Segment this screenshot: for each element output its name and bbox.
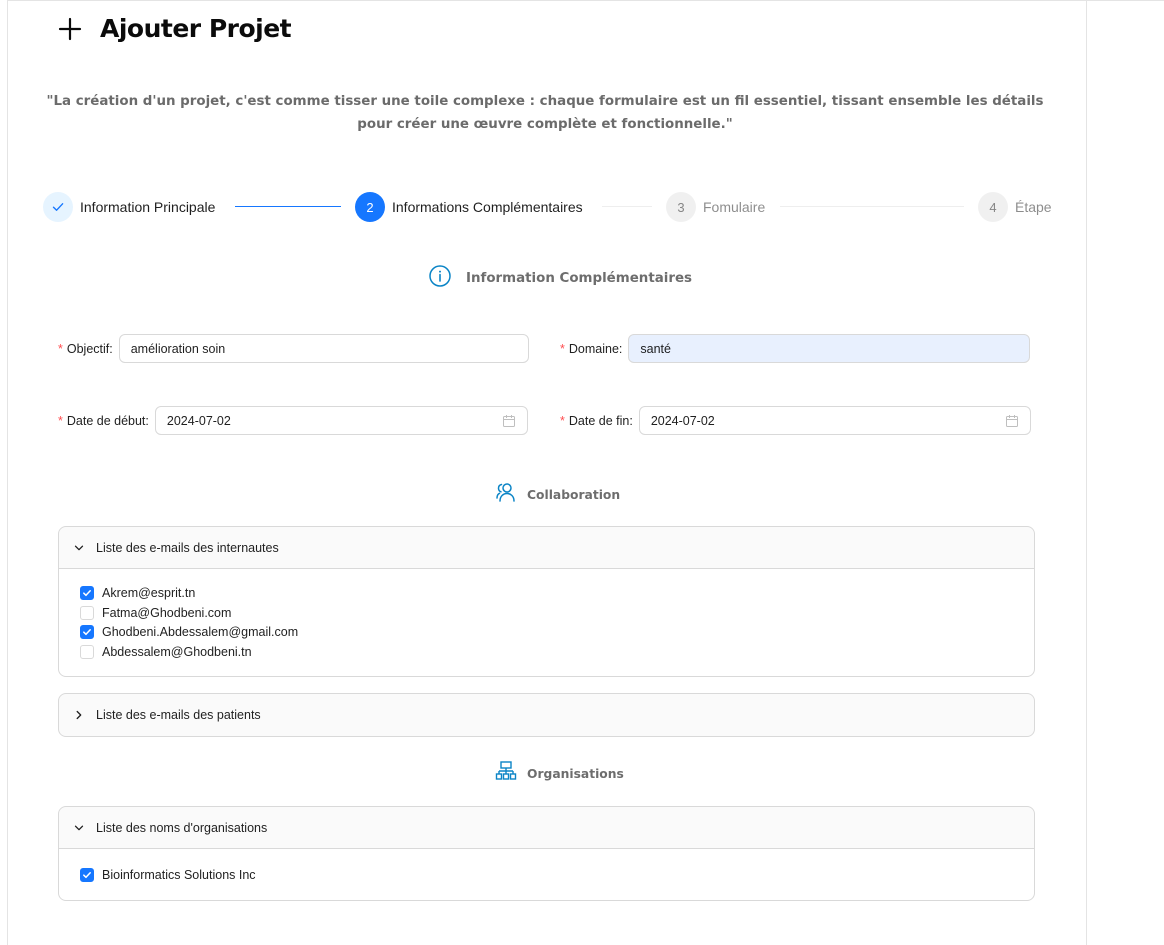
checkbox[interactable]: [80, 585, 94, 600]
step-label: Étape: [1015, 199, 1052, 215]
date-fin-item: * Date de fin: 2024-07-02: [560, 406, 1031, 435]
step-number: 3: [666, 192, 696, 222]
date-debut-item: * Date de début: 2024-07-02: [58, 406, 528, 435]
date-debut-value: 2024-07-02: [166, 413, 231, 428]
step-formulaire[interactable]: 3 Fomulaire: [666, 192, 765, 222]
checkbox[interactable]: [80, 867, 94, 882]
email-label: Fatma@Ghodbeni.com: [102, 605, 232, 620]
info-circle-icon: [428, 264, 452, 293]
email-label: Akrem@esprit.tn: [102, 585, 196, 600]
left-border: [7, 0, 8, 945]
email-label: Ghodbeni.Abdessalem@gmail.com: [102, 625, 299, 640]
section-title: Information Complémentaires: [466, 271, 693, 286]
checkbox[interactable]: [80, 625, 94, 640]
objectif-item: * Objectif: amélioration soin: [58, 334, 529, 363]
collapse-patients: Liste des e-mails des patients: [58, 693, 1035, 737]
collapse-organisations: Liste des noms d'organisations Bioinform…: [58, 806, 1035, 901]
step-label: Fomulaire: [703, 199, 766, 215]
collapse-internautes-body: Akrem@esprit.tn Fatma@Ghodbeni.com Ghodb…: [59, 569, 1034, 676]
date-fin-value: 2024-07-02: [650, 413, 715, 428]
calendar-icon: [502, 414, 516, 428]
email-checkbox-item[interactable]: Abdessalem@Ghodbeni.tn: [80, 642, 1013, 662]
section-title: Collaboration: [527, 487, 621, 502]
plus-icon: [56, 15, 84, 43]
step-label: Information Principale: [80, 199, 216, 215]
domaine-label: * Domaine:: [560, 341, 623, 356]
step-number: 4: [978, 192, 1008, 222]
section-title: Organisations: [527, 766, 624, 781]
step-check-icon: [43, 192, 73, 222]
checkbox[interactable]: [80, 605, 94, 620]
email-checkbox-item[interactable]: Fatma@Ghodbeni.com: [80, 603, 1013, 623]
domaine-item: * Domaine: santé: [560, 334, 1031, 363]
chevron-right-icon: [73, 709, 85, 721]
date-fin-label: * Date de fin:: [560, 413, 633, 428]
cluster-icon: [495, 760, 517, 787]
date-fin-picker[interactable]: 2024-07-02: [638, 406, 1031, 435]
chevron-down-icon: [73, 542, 85, 554]
organisation-label: Bioinformatics Solutions Inc: [102, 867, 256, 882]
date-debut-picker[interactable]: 2024-07-02: [154, 406, 528, 435]
collapse-patients-header[interactable]: Liste des e-mails des patients: [59, 694, 1034, 736]
collapse-title: Liste des e-mails des internautes: [96, 540, 279, 555]
page-title: Ajouter Projet: [100, 14, 292, 43]
collapse-title: Liste des noms d'organisations: [96, 820, 268, 835]
step-connector: [235, 206, 341, 207]
team-icon: [495, 481, 517, 508]
page-quote: "La création d'un projet, c'est comme ti…: [46, 94, 1044, 132]
checkbox[interactable]: [80, 644, 94, 659]
collapse-organisations-header[interactable]: Liste des noms d'organisations: [59, 807, 1034, 849]
step-label: Informations Complémentaires: [392, 199, 583, 215]
email-checkbox-item[interactable]: Akrem@esprit.tn: [80, 583, 1013, 603]
collapse-internautes-header[interactable]: Liste des e-mails des internautes: [59, 527, 1034, 569]
step-connector: [602, 206, 652, 207]
step-information-principale[interactable]: Information Principale: [43, 192, 215, 222]
page-header: Ajouter Projet: [56, 14, 292, 43]
collapse-title: Liste des e-mails des patients: [96, 708, 261, 722]
date-debut-label: * Date de début:: [58, 413, 149, 428]
chevron-down-icon: [73, 822, 85, 834]
section-collaboration-header: Collaboration: [495, 481, 620, 508]
top-border: [7, 0, 1164, 1]
section-info-header: Information Complémentaires: [428, 264, 692, 293]
organisation-checkbox-item[interactable]: Bioinformatics Solutions Inc: [80, 865, 1013, 885]
collapse-internautes: Liste des e-mails des internautes Akrem@…: [58, 526, 1035, 677]
step-etape[interactable]: 4 Étape: [978, 192, 1052, 222]
step-connector: [780, 206, 964, 207]
calendar-icon: [1005, 414, 1019, 428]
domaine-input[interactable]: santé: [628, 334, 1031, 363]
email-label: Abdessalem@Ghodbeni.tn: [102, 644, 252, 659]
collapse-organisations-body: Bioinformatics Solutions Inc: [59, 849, 1034, 900]
step-number: 2: [355, 192, 385, 222]
right-border: [1086, 0, 1087, 945]
section-organisations-header: Organisations: [495, 760, 624, 787]
objectif-input[interactable]: amélioration soin: [118, 334, 529, 363]
step-informations-complementaires[interactable]: 2 Informations Complémentaires: [355, 192, 583, 222]
email-checkbox-item[interactable]: Ghodbeni.Abdessalem@gmail.com: [80, 622, 1013, 642]
objectif-label: * Objectif:: [58, 341, 113, 356]
page: Ajouter Projet "La création d'un projet,…: [0, 0, 1164, 945]
